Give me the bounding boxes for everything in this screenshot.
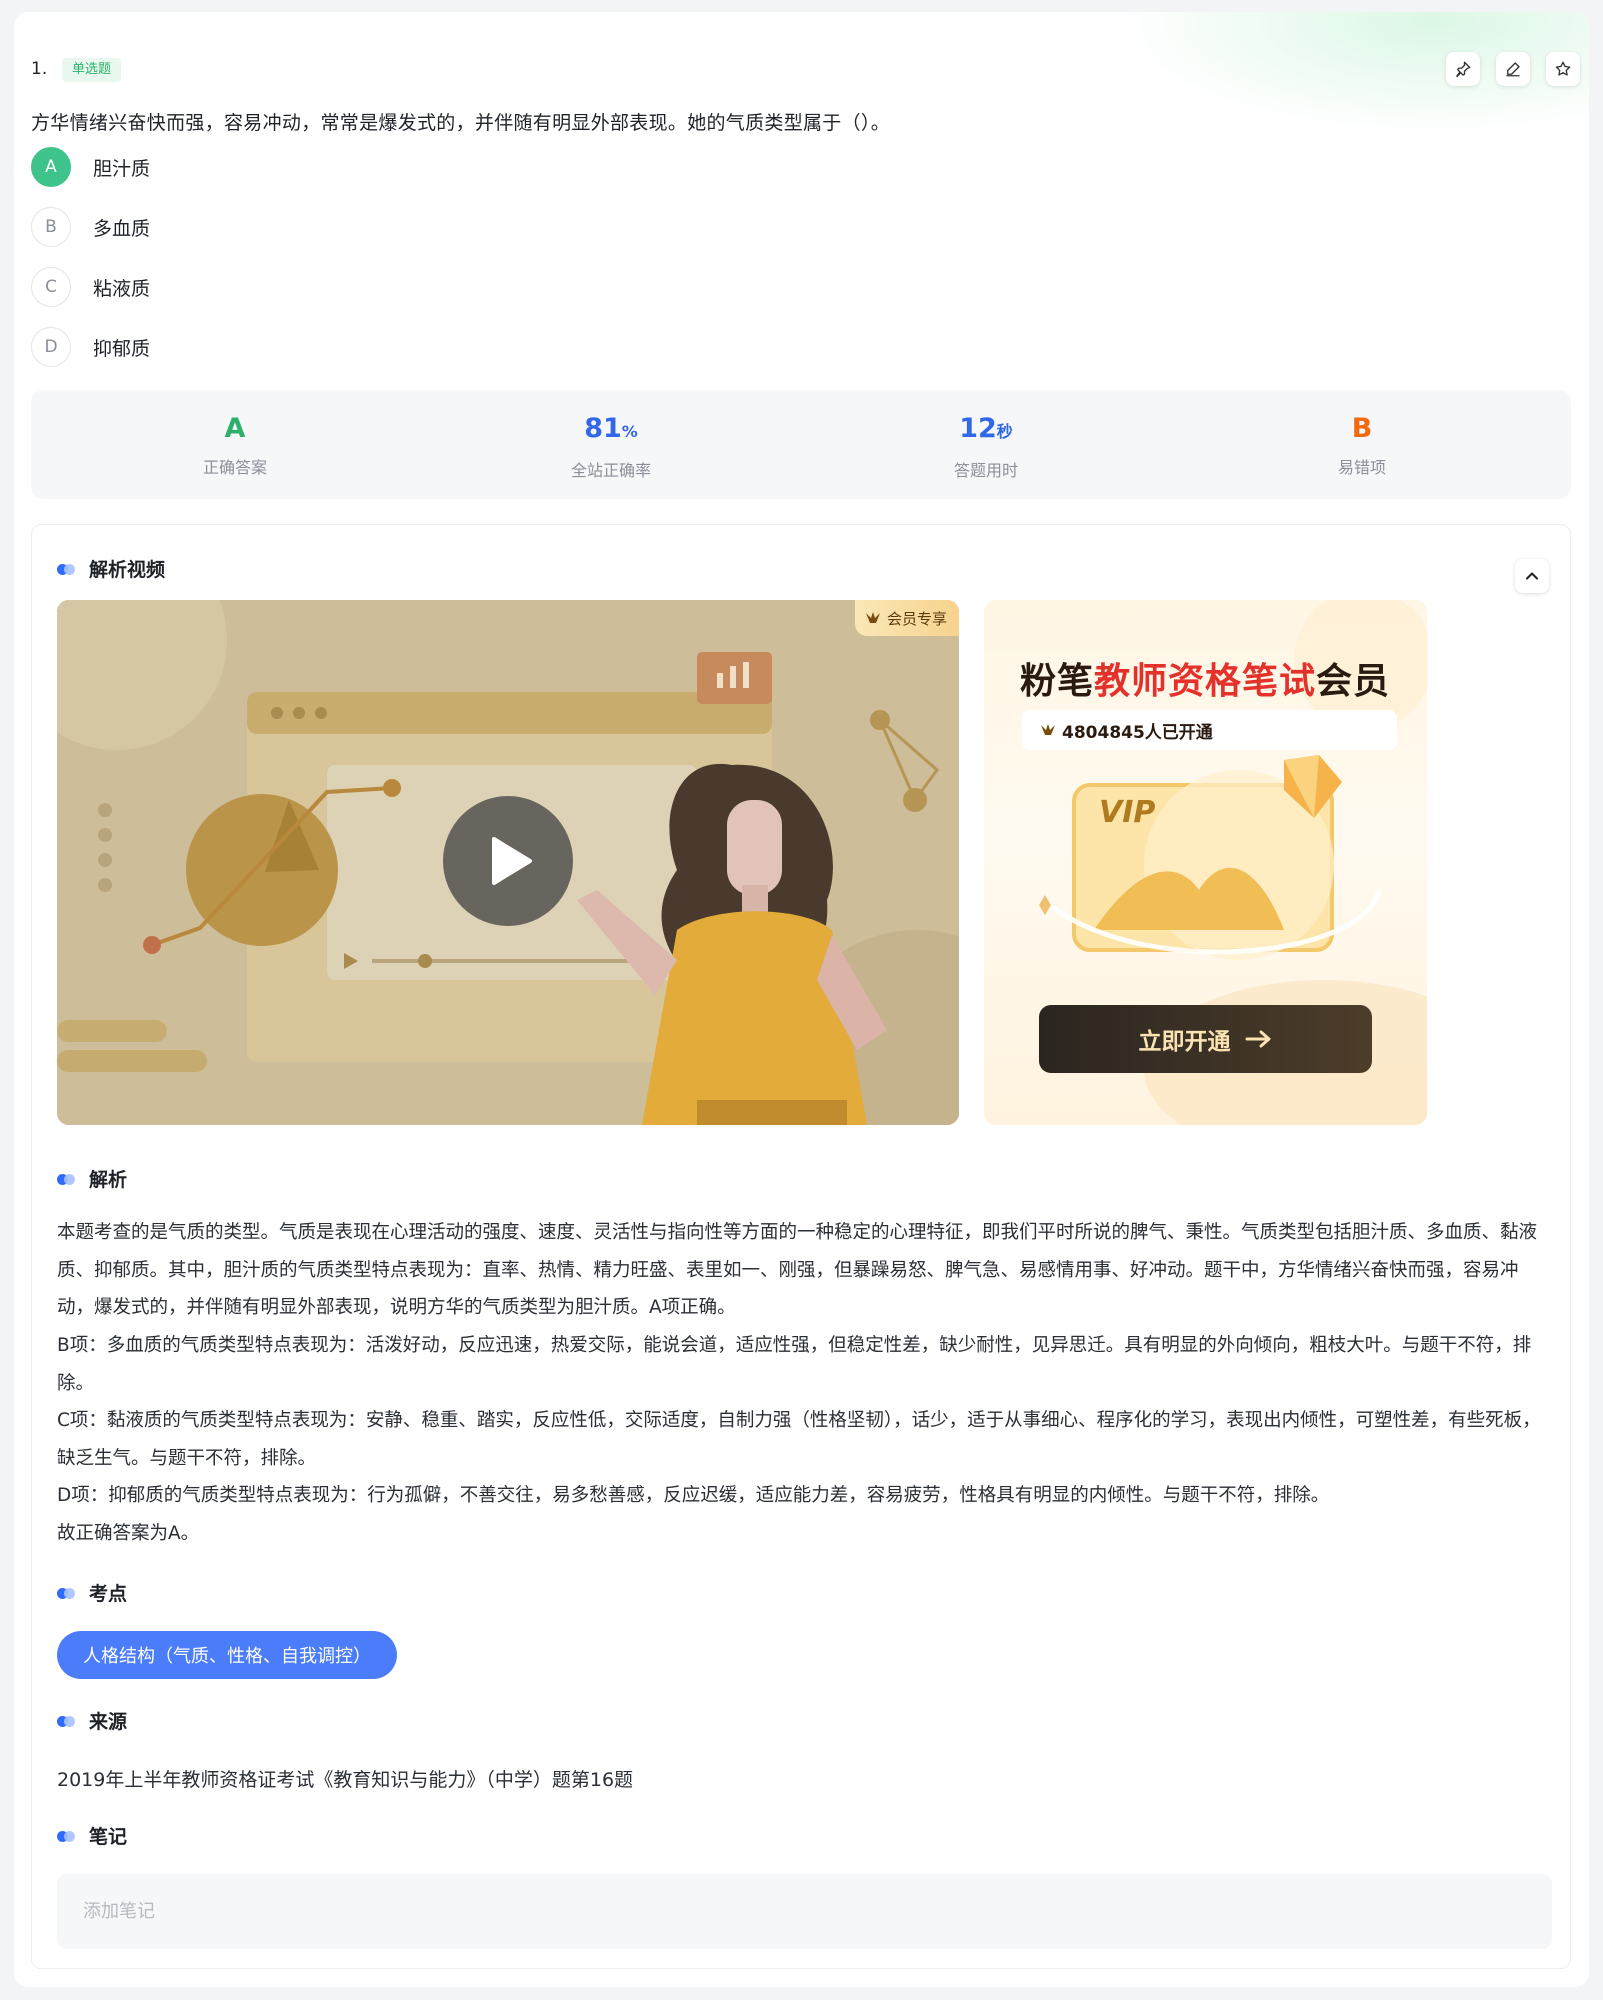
accuracy-label: 全站正确率 [570, 461, 651, 480]
header-glow [14, 12, 1589, 192]
option-text: 胆汁质 [93, 157, 151, 180]
section-title: 笔记 [89, 1826, 128, 1848]
section-bullet-icon [57, 1173, 79, 1185]
section-title: 考点 [89, 1583, 128, 1605]
section-title: 解析 [89, 1169, 128, 1191]
option-b[interactable]: B 多血质 [31, 205, 150, 249]
play-button[interactable] [443, 796, 573, 926]
section-bullet-icon [57, 1587, 79, 1599]
option-text: 粘液质 [93, 277, 151, 300]
correct-answer-value: A [224, 413, 246, 444]
common-wrong-label: 易错项 [1337, 458, 1386, 477]
arrow-right-icon [1245, 1030, 1270, 1048]
favorite-button[interactable] [1546, 52, 1580, 86]
source-section-header: 来源 [57, 1707, 127, 1734]
promo-title: 粉笔教师资格笔试会员 [1020, 652, 1390, 704]
section-bullet-icon [57, 563, 79, 575]
subscribe-now-button[interactable]: 立即开通 [1039, 1005, 1372, 1073]
answer-stats-panel: A 正确答案 81% 全站正确率 12秒 答题用时 B 易错项 [31, 390, 1571, 499]
stat-common-wrong: B 易错项 [1237, 414, 1487, 478]
correct-answer-label: 正确答案 [202, 458, 267, 477]
option-a[interactable]: A 胆汁质 [31, 145, 150, 189]
option-c[interactable]: C 粘液质 [31, 265, 150, 309]
stat-correct-answer: A 正确答案 [110, 414, 360, 478]
option-letter: A [31, 147, 71, 187]
pin-icon [1456, 61, 1471, 78]
analysis-paragraph: B项：多血质的气质类型特点表现为：活泼好动，反应迅速，热爱交际，能说会道，适应性… [57, 1335, 1532, 1394]
analysis-paragraph: 故正确答案为A。 [57, 1523, 200, 1544]
vip-only-badge: 会员专享 [854, 600, 959, 636]
analysis-video[interactable]: 会员专享 [57, 600, 959, 1125]
question-card: 1. 单选题 方华情绪兴奋快而强，容易冲动，常常是爆发式的，并伴随有明显外部表现… [14, 12, 1589, 1987]
option-d[interactable]: D 抑郁质 [31, 325, 150, 369]
section-title: 来源 [89, 1711, 128, 1733]
section-title: 解析视频 [89, 559, 166, 581]
promo-title-suffix: 会员 [1316, 661, 1391, 702]
question-type-tag: 单选题 [62, 58, 122, 82]
analysis-paragraph: D项：抑郁质的气质类型特点表现为：行为孤僻，不善交往，易多愁善感，反应迟缓，适应… [57, 1485, 1330, 1506]
analysis-panel: 解析视频 会员专享 粉笔教师资格笔试会员 4804845人已开通 VIP 立即开… [31, 524, 1571, 1969]
play-icon [492, 837, 532, 885]
add-note-input[interactable] [57, 1874, 1552, 1949]
accuracy-value: 81 [584, 413, 622, 444]
analysis-paragraph: C项：黏液质的气质类型特点表现为：安静、稳重、踏实，反应性低，交际适度，自制力强… [57, 1410, 1541, 1469]
time-unit: 秒 [996, 422, 1013, 441]
stat-accuracy: 81% 全站正确率 [486, 414, 736, 481]
pin-button[interactable] [1446, 52, 1480, 86]
member-count-text: 4804845人已开通 [1062, 722, 1213, 743]
member-count-banner: 4804845人已开通 [1022, 710, 1397, 750]
promo-title-highlight: 教师资格笔试 [1094, 661, 1317, 702]
vip-promo-card[interactable]: 粉笔教师资格笔试会员 4804845人已开通 VIP 立即开通 [984, 600, 1427, 1125]
chevron-up-icon [1526, 572, 1538, 580]
option-letter: B [31, 207, 71, 247]
edit-icon [1506, 62, 1520, 77]
section-bullet-icon [57, 1830, 79, 1842]
vip-badge-label: 会员专享 [886, 609, 947, 628]
section-bullet-icon [57, 1715, 79, 1727]
vip-crown-icon [1041, 724, 1055, 735]
knowledge-point-tag[interactable]: 人格结构（气质、性格、自我调控） [57, 1631, 397, 1679]
question-number: 1. [31, 59, 48, 79]
common-wrong-value: B [1351, 413, 1373, 444]
video-section-header: 解析视频 [57, 555, 165, 582]
vip-crown-icon [865, 612, 880, 623]
question-stem: 方华情绪兴奋快而强，容易冲动，常常是爆发式的，并伴随有明显外部表现。她的气质类型… [31, 112, 891, 134]
subscribe-now-label: 立即开通 [1138, 1029, 1231, 1055]
time-label: 答题用时 [953, 461, 1018, 480]
option-text: 抑郁质 [93, 337, 151, 360]
collapse-button[interactable] [1515, 559, 1549, 593]
promo-title-prefix: 粉笔 [1020, 661, 1095, 702]
edit-button[interactable] [1496, 52, 1530, 86]
analysis-paragraph: 本题考查的是气质的类型。气质是表现在心理活动的强度、速度、灵活性与指向性等方面的… [57, 1222, 1538, 1318]
vip-card-label: VIP [1099, 795, 1156, 830]
stat-time: 12秒 答题用时 [861, 414, 1111, 481]
accuracy-unit: % [621, 422, 638, 441]
notes-section-header: 笔记 [57, 1822, 127, 1849]
analysis-section-header: 解析 [57, 1165, 127, 1192]
knowledge-section-header: 考点 [57, 1579, 127, 1606]
option-text: 多血质 [93, 217, 151, 240]
time-value: 12 [959, 413, 997, 444]
star-icon [1555, 61, 1571, 76]
option-letter: D [31, 327, 71, 367]
option-letter: C [31, 267, 71, 307]
source-text: 2019年上半年教师资格证考试《教育知识与能力》（中学）题第16题 [57, 1769, 634, 1791]
